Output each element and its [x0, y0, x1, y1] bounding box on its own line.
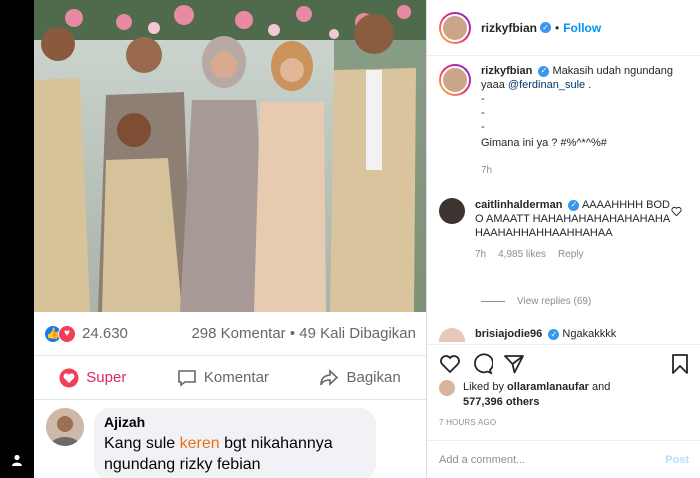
verified-icon: ✓	[538, 65, 550, 77]
caption-dot: .	[588, 79, 592, 91]
heart-icon[interactable]	[671, 206, 682, 217]
love-reaction-icon: ♥	[58, 324, 76, 343]
share-arrow-icon	[320, 368, 339, 386]
fb-action-bar: Super Komentar Bagikan	[34, 356, 426, 400]
post-header: rizkyfbian ✓ • Follow	[427, 0, 700, 56]
comment-button[interactable]: Komentar	[177, 368, 269, 388]
verified-icon: ✓	[548, 328, 560, 340]
caption-dash: -	[481, 107, 485, 119]
username-link[interactable]: rizkyfbian	[481, 21, 537, 35]
caption: rizkyfbian ✓ Makasih udah ngundang yaaa …	[439, 64, 695, 178]
caption-dash: -	[481, 121, 485, 133]
post-button[interactable]: Post	[665, 454, 689, 466]
reaction-count: 24.630	[82, 325, 128, 342]
post-actions-bar	[427, 344, 700, 380]
left-rail	[0, 0, 34, 478]
reply-button[interactable]: Reply	[558, 248, 584, 262]
comment-text-pre: Kang sule	[104, 435, 176, 452]
view-replies-label: View replies (69)	[517, 296, 592, 307]
user-icon[interactable]	[11, 454, 23, 466]
liked-by-and: and	[592, 381, 611, 393]
comment-text: Kang sule keren bgt nikahannya ngundang …	[104, 433, 366, 475]
comment-text: Ngakakkkk	[562, 328, 617, 340]
caption-line2: Gimana ini ya ? #%^*^%#	[481, 137, 607, 149]
post-timestamp[interactable]: 7 HOURS AGO	[439, 418, 496, 427]
share-icon[interactable]	[503, 353, 525, 375]
liked-by-prefix: Liked by	[463, 381, 504, 393]
share-label: Bagikan	[346, 369, 401, 386]
verified-icon: ✓	[568, 199, 580, 211]
divider	[481, 301, 505, 302]
commenter-name: Ajizah	[104, 414, 146, 430]
caption-dash: -	[481, 93, 485, 105]
add-comment-bar: Post	[427, 440, 700, 478]
comment-bubble: Ajizah Kang sule keren bgt nikahannya ng…	[94, 408, 376, 478]
verified-icon: ✓	[540, 22, 552, 33]
comment-likes[interactable]: 4,985 likes	[498, 248, 546, 262]
super-heart-icon	[59, 368, 79, 387]
comment-item: caitlinhalderman ✓ AAAAHHHH BODO AMAATT …	[439, 198, 695, 262]
comments-shares-count[interactable]: 298 Komentar • 49 Kali Dibagikan	[191, 325, 416, 342]
separator-dot: •	[555, 20, 560, 35]
share-button[interactable]: Bagikan	[319, 368, 401, 388]
comment-icon[interactable]	[471, 353, 493, 375]
avatar[interactable]	[439, 380, 455, 396]
post-media: 👍 ♥ 24.630 298 Komentar • 49 Kali Dibagi…	[34, 0, 426, 478]
super-label: Super	[86, 369, 127, 386]
comment-username[interactable]: caitlinhalderman	[475, 199, 562, 211]
likes-count[interactable]: 577,396 others	[463, 396, 539, 408]
heart-icon[interactable]	[439, 353, 461, 375]
bookmark-icon[interactable]	[669, 353, 691, 375]
follow-button[interactable]: Follow	[563, 21, 601, 35]
avatar[interactable]	[439, 11, 471, 44]
comment-username[interactable]: brisiajodie96	[475, 328, 542, 340]
likes-summary: Liked by ollaramlanaufar and 577,396 oth…	[439, 380, 695, 410]
avatar[interactable]	[439, 198, 465, 224]
comment-input[interactable]	[439, 453, 666, 466]
view-replies-button[interactable]: View replies (69)	[481, 296, 591, 307]
comment-highlight: keren	[179, 435, 220, 452]
fb-stats-bar: 👍 ♥ 24.630 298 Komentar • 49 Kali Dibagi…	[34, 312, 426, 356]
liked-by-user[interactable]: ollaramlanaufar	[507, 381, 589, 393]
comment-time[interactable]: 7h	[475, 248, 486, 262]
post-photo	[34, 0, 426, 312]
comment-bubble-icon	[178, 369, 196, 387]
fb-comment: Ajizah Kang sule keren bgt nikahannya ng…	[34, 400, 426, 478]
super-button[interactable]: Super	[59, 368, 126, 388]
post-sidebar: rizkyfbian ✓ • Follow rizkyfbian ✓ Makas…	[426, 0, 700, 478]
avatar[interactable]	[439, 328, 465, 342]
comment-item: brisiajodie96 ✓ Ngakakkkk	[439, 328, 695, 342]
caption-time[interactable]: 7h	[481, 164, 695, 178]
comment-label: Komentar	[203, 369, 269, 386]
caption-username[interactable]: rizkyfbian	[481, 65, 532, 77]
avatar	[46, 408, 84, 446]
mention-link[interactable]: @ferdinan_sule	[508, 79, 585, 91]
reaction-summary[interactable]: 👍 ♥ 24.630	[44, 324, 128, 343]
avatar[interactable]	[439, 64, 471, 96]
